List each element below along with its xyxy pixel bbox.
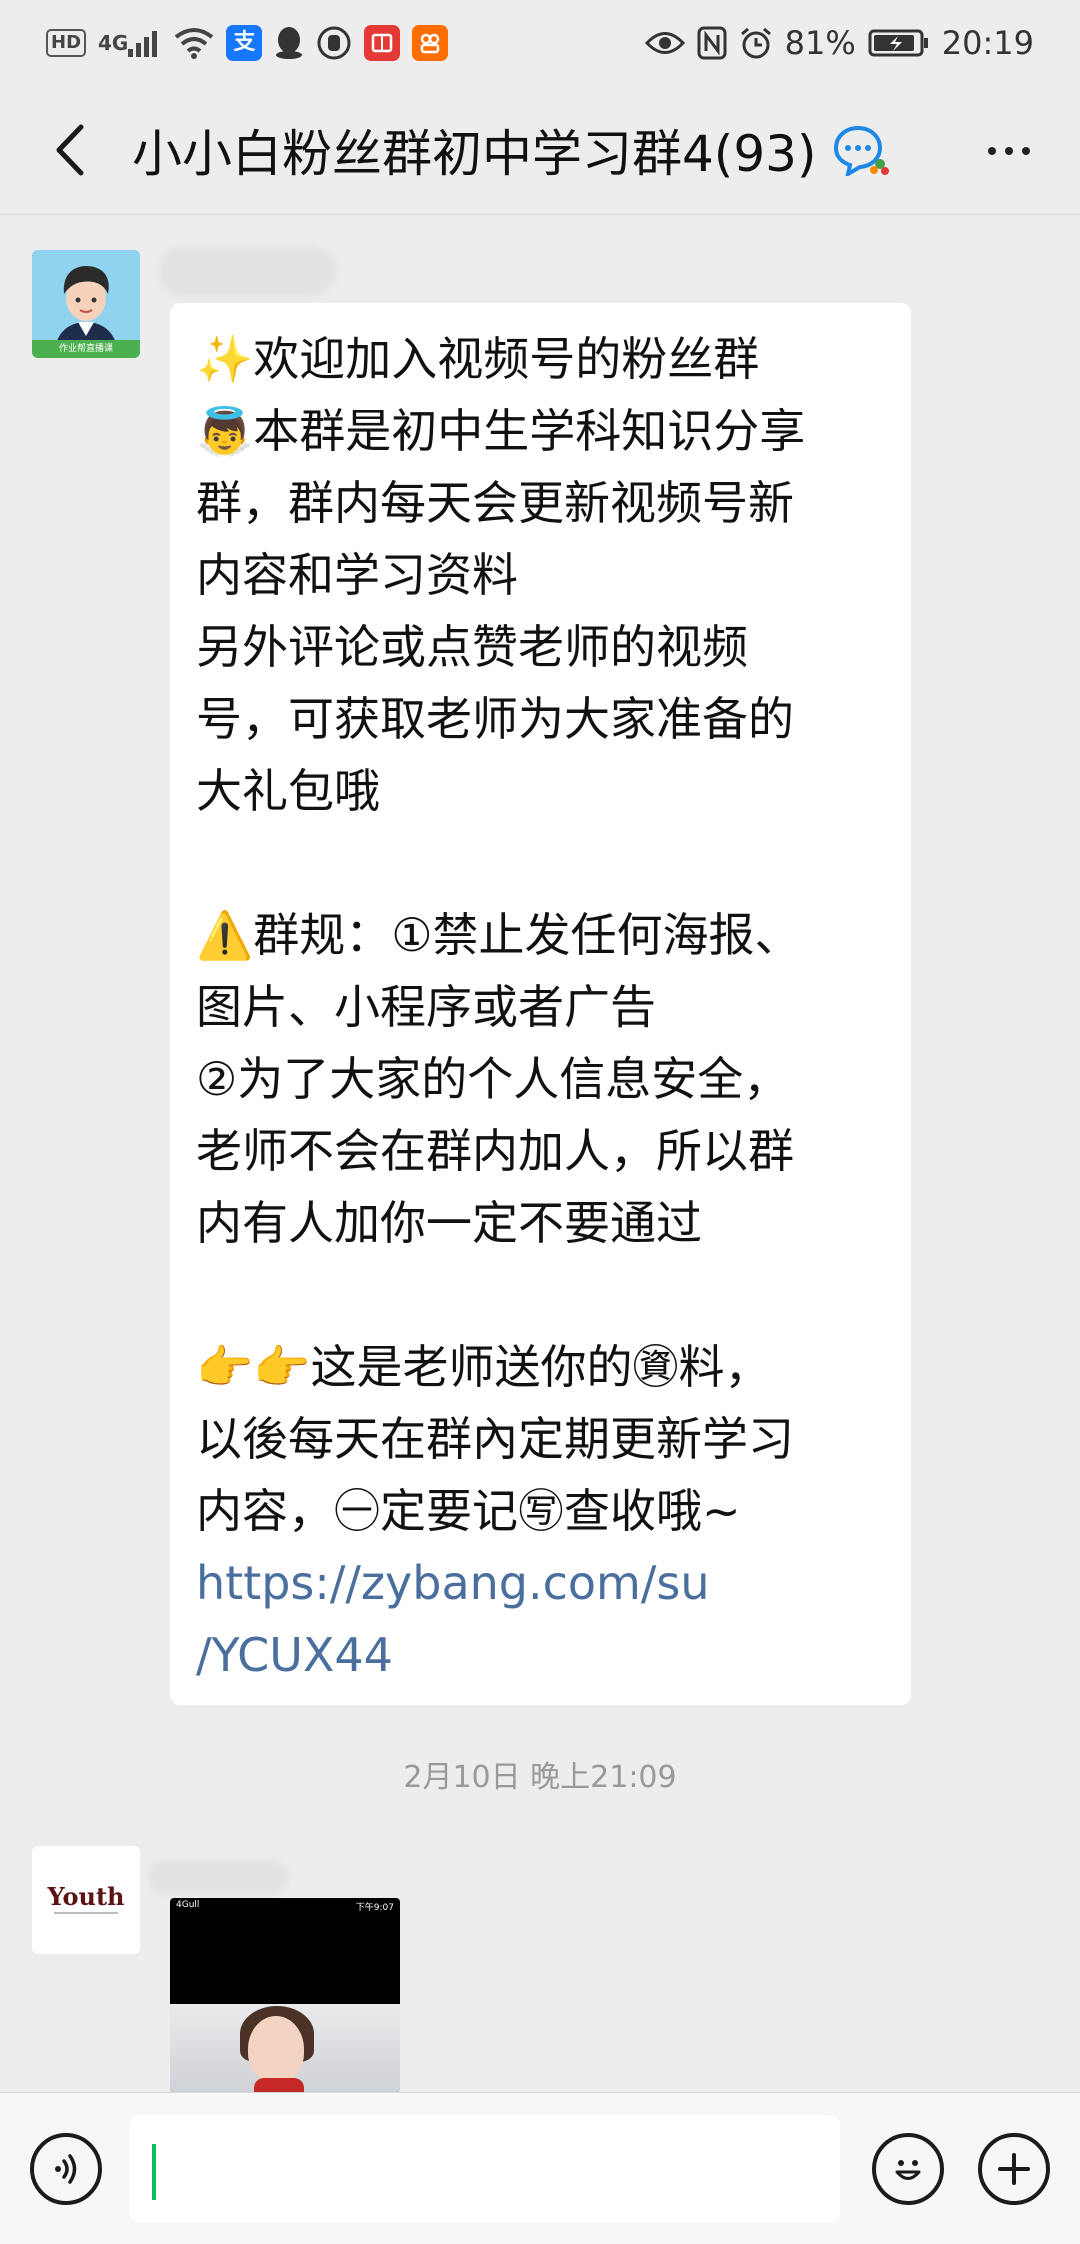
battery-icon	[868, 28, 930, 58]
smiley-icon	[895, 2160, 921, 2180]
message-line: 👉👉这是老师送你的㊮料，	[196, 1340, 771, 1394]
message-line: ②为了大家的个人信息安全，	[196, 1052, 790, 1106]
nfc-icon	[697, 26, 727, 60]
message-line	[196, 1259, 885, 1331]
message-line: 老师不会在群内加人，所以群	[196, 1124, 794, 1178]
message-line: 以後每天在群內定期更新学习	[196, 1412, 794, 1466]
more-functions-button[interactable]	[978, 2133, 1050, 2205]
message-line: 👼本群是初中生学科知识分享	[196, 404, 806, 458]
message-line	[196, 827, 885, 899]
chevron-left-icon	[56, 124, 84, 176]
message-line: ✨欢迎加入视频号的粉丝群	[196, 332, 760, 386]
text-cursor	[152, 2144, 156, 2200]
message-link[interactable]: https://zybang.com/su	[196, 1547, 885, 1619]
message-line: 群，群内每天会更新视频号新	[196, 476, 794, 530]
image-person-shirt	[254, 2078, 304, 2092]
clock-time: 20:19	[941, 24, 1034, 62]
eye-icon	[644, 30, 685, 56]
sender-name-blurred	[158, 246, 336, 296]
more-dot-icon	[988, 147, 996, 155]
input-bar	[0, 2092, 1080, 2244]
hand-icon	[316, 25, 352, 61]
message-line: 号，可获取老师为大家准备的	[196, 692, 794, 746]
image-status-time: 下午9:07	[355, 1903, 394, 1913]
sender-avatar[interactable]: Youth	[32, 1846, 140, 1954]
header-divider	[0, 214, 1080, 215]
message-line: 图片、小程序或者广告	[196, 980, 656, 1034]
signal-label: 4G	[98, 31, 129, 55]
status-bar: HD 4G 支 81% 20:19	[0, 0, 1080, 86]
status-right: 81% 20:19	[644, 24, 1034, 62]
back-button[interactable]	[20, 100, 120, 200]
chat-title: 小小白粉丝群初中学习群4(93)	[132, 125, 817, 183]
more-dot-icon	[1022, 147, 1030, 155]
image-status-left: 4Gull	[176, 1900, 200, 1910]
alipay-icon: 支	[226, 25, 263, 61]
status-left: HD 4G 支	[46, 25, 449, 61]
sender-avatar[interactable]: 作业帮直播课	[32, 250, 140, 358]
emoji-button[interactable]	[872, 2133, 944, 2205]
more-options-button[interactable]	[974, 116, 1044, 186]
red-book-icon	[364, 25, 401, 61]
image-person-face	[248, 2016, 304, 2082]
message-line: 内容，㊀定要记㊢查收哦~	[196, 1484, 741, 1538]
avatar-badge: 作业帮直播课	[58, 344, 113, 354]
avatar-logo-text: Youth	[47, 1882, 125, 1911]
sender-name-blurred	[148, 1860, 288, 1894]
message-line: 另外评论或点赞老师的视频	[196, 620, 748, 674]
hd-icon: HD	[46, 29, 87, 57]
battery-percent: 81%	[784, 24, 856, 62]
message-line: 大礼包哦	[196, 764, 380, 818]
plus-icon	[998, 2153, 1030, 2185]
voice-input-button[interactable]	[30, 2133, 102, 2205]
orange-app-icon	[412, 25, 449, 61]
message-timestamp: 2月10日 晚上21:09	[403, 1760, 677, 1795]
message-line: 内有人加你一定不要通过	[196, 1196, 702, 1250]
more-dot-icon	[1005, 147, 1013, 155]
qq-icon	[274, 26, 304, 60]
message-link[interactable]: /YCUX44	[196, 1619, 885, 1691]
image-status-bar: 4Gull 下午9:07	[170, 1898, 400, 1916]
wifi-icon	[174, 27, 214, 59]
avatar-decoration	[54, 1912, 118, 1914]
message-line: ⚠️群规：①禁止发任何海报、	[196, 908, 801, 962]
message-line: 内容和学习资料	[196, 548, 518, 602]
alarm-icon	[739, 26, 773, 60]
chat-header: 小小白粉丝群初中学习群4(93)	[0, 86, 1080, 214]
message-bubble[interactable]: ✨欢迎加入视频号的粉丝群 👼本群是初中生学科知识分享 群，群内每天会更新视频号新…	[170, 303, 911, 1705]
voice-icon	[55, 2154, 77, 2184]
group-chat-icon[interactable]	[830, 124, 890, 176]
signal-icon: 4G	[98, 29, 162, 57]
image-message[interactable]: 4Gull 下午9:07	[170, 1898, 400, 2092]
message-input[interactable]	[130, 2115, 840, 2223]
